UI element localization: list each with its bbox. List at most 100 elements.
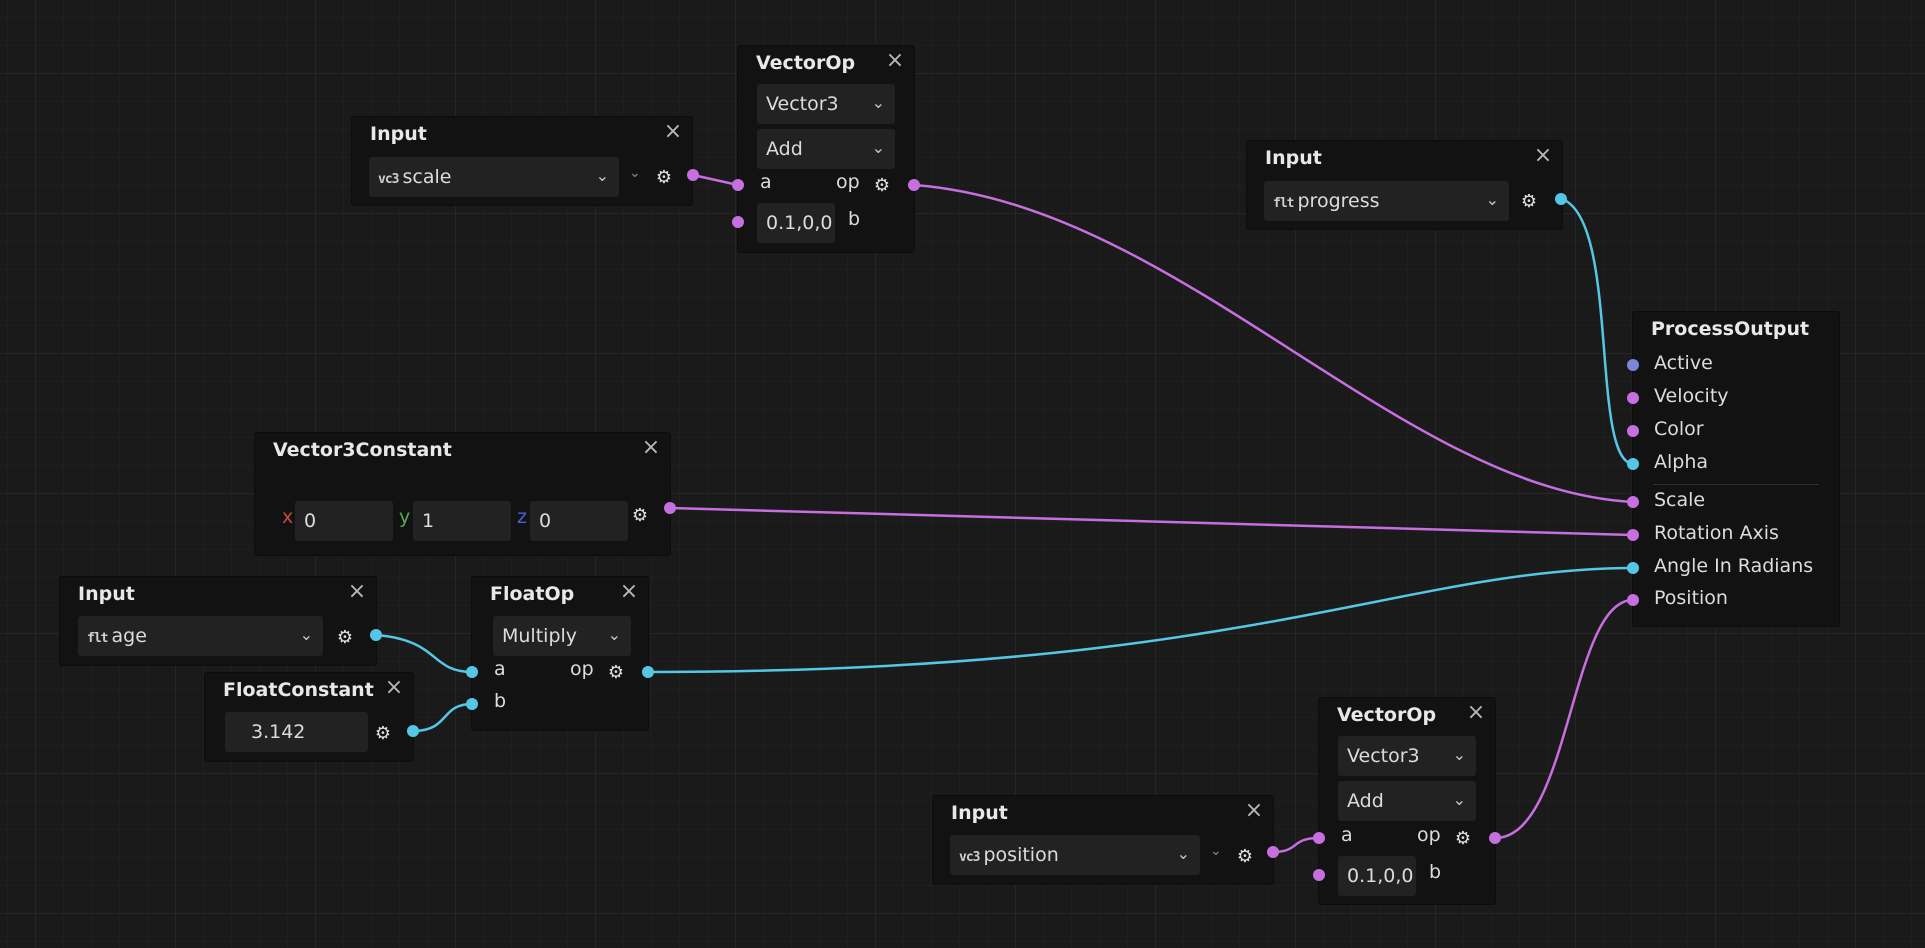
input-port-velocity[interactable] [1627, 392, 1639, 404]
output-port[interactable] [407, 725, 419, 737]
input-node-position[interactable]: Input × vc3 position ⌄ ⌄ ⚙ [933, 796, 1279, 884]
output-port[interactable] [664, 502, 676, 514]
y-axis-label: y [399, 506, 411, 528]
chevron-down-icon[interactable]: ⌄ [1210, 843, 1222, 859]
input-parameter-dropdown[interactable]: flt progress ⌄ [1264, 181, 1509, 221]
output-port[interactable] [642, 666, 654, 678]
input-port-b[interactable] [466, 698, 478, 710]
close-icon[interactable]: × [618, 581, 640, 603]
node-header[interactable]: Vector3Constant × [255, 433, 670, 465]
input-port-active[interactable] [1627, 359, 1639, 371]
float-value-field[interactable]: 3.142 [225, 712, 368, 752]
node-header[interactable]: Input × [933, 796, 1273, 828]
close-icon[interactable]: × [1465, 702, 1487, 724]
close-icon[interactable]: × [1243, 800, 1265, 822]
input-port-a[interactable] [466, 666, 478, 678]
vector3-constant-node[interactable]: Vector3Constant × x 0 y 1 z 0 ⚙ [255, 433, 676, 555]
output-port[interactable] [1489, 832, 1501, 844]
input-port-a[interactable] [732, 179, 744, 191]
dropdown-value: Vector3 [1347, 745, 1420, 767]
settings-icon[interactable]: ⚙ [1453, 829, 1473, 849]
vectorop-node-bottom[interactable]: VectorOp × Vector3 ⌄ Add ⌄ a op ⚙ 0.1,0,… [1313, 698, 1501, 904]
close-icon[interactable]: × [346, 581, 368, 603]
y-value-field[interactable]: 1 [413, 501, 511, 541]
close-icon[interactable]: × [662, 121, 684, 143]
node-header[interactable]: ProcessOutput [1633, 312, 1839, 344]
node-header[interactable]: FloatOp × [472, 577, 648, 609]
node-title: Input [370, 123, 427, 145]
wire-age-to-floatop-a [375, 633, 473, 674]
settings-icon[interactable]: ⚙ [630, 506, 650, 526]
process-output-node[interactable]: ProcessOutput Active Velocity Color Alph… [1627, 312, 1839, 626]
node-header[interactable]: VectorOp × [738, 46, 914, 78]
dropdown-value: age [111, 625, 147, 647]
close-icon[interactable]: × [640, 437, 662, 459]
port-label-alpha: Alpha [1654, 451, 1709, 473]
input-node-age[interactable]: Input × flt age ⌄ ⚙ [60, 577, 382, 665]
input-parameter-dropdown[interactable]: vc3 scale ⌄ [369, 157, 619, 197]
floatop-node[interactable]: FloatOp × Multiply ⌄ a op ⚙ b [466, 577, 654, 730]
settings-icon[interactable]: ⚙ [872, 176, 892, 196]
input-parameter-dropdown[interactable]: vc3 position ⌄ [950, 835, 1200, 875]
node-header[interactable]: FloatConstant × [205, 673, 413, 705]
chevron-down-icon[interactable]: ⌄ [629, 165, 641, 181]
vectorop-node-top[interactable]: VectorOp × Vector3 ⌄ Add ⌄ a op ⚙ 0.1,0,… [732, 46, 920, 252]
input-port-position[interactable] [1627, 594, 1639, 606]
close-icon[interactable]: × [1532, 145, 1554, 167]
port-label-op: op [836, 171, 860, 193]
output-port[interactable] [1267, 846, 1279, 858]
settings-icon[interactable]: ⚙ [1235, 847, 1255, 867]
node-title: FloatOp [490, 583, 575, 605]
port-label-b: b [1429, 861, 1442, 883]
input-port-b[interactable] [732, 216, 744, 228]
operation-dropdown[interactable]: Add ⌄ [1338, 781, 1476, 821]
port-label-color: Color [1654, 418, 1704, 440]
port-label-rotation-axis: Rotation Axis [1654, 522, 1779, 544]
node-header[interactable]: Input × [352, 117, 692, 149]
output-port[interactable] [1555, 193, 1567, 205]
output-port[interactable] [370, 629, 382, 641]
close-icon[interactable]: × [383, 677, 405, 699]
node-title: VectorOp [756, 52, 856, 74]
z-value-field[interactable]: 0 [530, 501, 628, 541]
settings-icon[interactable]: ⚙ [335, 628, 355, 648]
input-parameter-dropdown[interactable]: flt age ⌄ [78, 616, 323, 656]
vector-type-dropdown[interactable]: Vector3 ⌄ [1338, 736, 1476, 776]
input-port-b[interactable] [1313, 869, 1325, 881]
port-label-active: Active [1654, 352, 1713, 374]
input-port-color[interactable] [1627, 425, 1639, 437]
dropdown-value: scale [402, 166, 452, 188]
output-port[interactable] [687, 169, 699, 181]
settings-icon[interactable]: ⚙ [654, 168, 674, 188]
input-node-scale[interactable]: Input × vc3 scale ⌄ ⌄ ⚙ [352, 117, 699, 205]
type-badge: flt [87, 631, 109, 646]
node-title: Input [78, 583, 135, 605]
node-header[interactable]: Input × [60, 577, 376, 609]
input-port-rotation-axis[interactable] [1627, 529, 1639, 541]
wire-position-to-vectorop-a [1272, 836, 1320, 854]
operation-dropdown[interactable]: Multiply ⌄ [493, 616, 631, 656]
input-port-alpha[interactable] [1627, 458, 1639, 470]
node-header[interactable]: Input × [1247, 141, 1562, 173]
x-value-field[interactable]: 0 [295, 501, 393, 541]
dropdown-value: position [983, 844, 1059, 866]
settings-icon[interactable]: ⚙ [1519, 192, 1539, 212]
field-value: 3.142 [251, 721, 306, 743]
settings-icon[interactable]: ⚙ [606, 663, 626, 683]
input-port-angle-in-radians[interactable] [1627, 562, 1639, 574]
vector-type-dropdown[interactable]: Vector3 ⌄ [757, 84, 895, 124]
output-port[interactable] [908, 179, 920, 191]
node-header[interactable]: VectorOp × [1319, 698, 1495, 730]
b-value-field[interactable]: 0.1,0,0 [1338, 856, 1416, 896]
node-title: ProcessOutput [1651, 318, 1810, 340]
z-axis-label: z [517, 506, 527, 528]
b-value-field[interactable]: 0.1,0,0 [757, 203, 835, 243]
operation-dropdown[interactable]: Add ⌄ [757, 129, 895, 169]
close-icon[interactable]: × [884, 50, 906, 72]
settings-icon[interactable]: ⚙ [373, 724, 393, 744]
input-port-a[interactable] [1313, 832, 1325, 844]
input-port-scale[interactable] [1627, 496, 1639, 508]
input-node-progress[interactable]: Input × flt progress ⌄ ⚙ [1247, 141, 1567, 229]
port-label-op: op [570, 658, 594, 680]
float-constant-node[interactable]: FloatConstant × 3.142 ⚙ [205, 673, 419, 761]
